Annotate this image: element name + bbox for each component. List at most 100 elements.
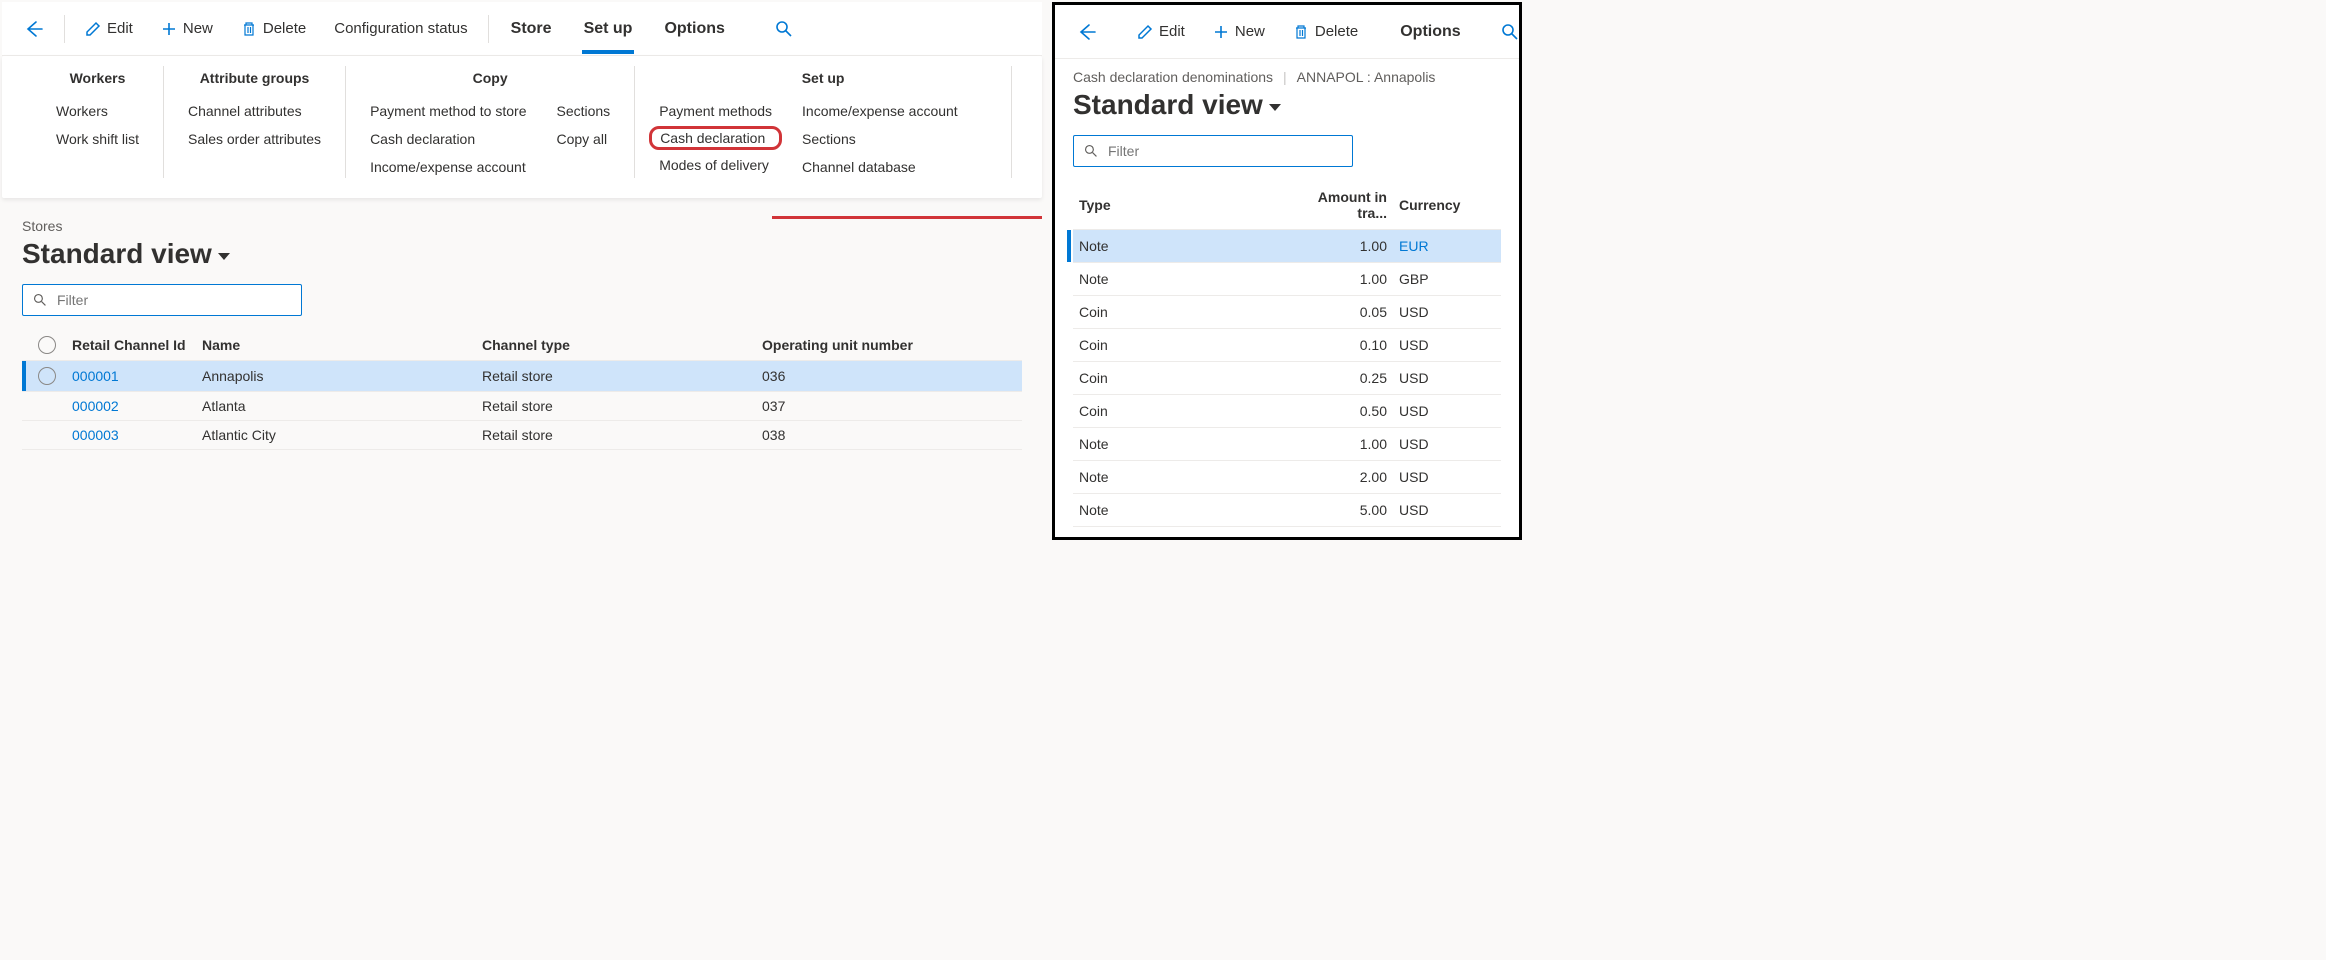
trash-icon	[241, 21, 257, 37]
ribbon-link-setup-sections[interactable]: Sections	[798, 128, 962, 150]
command-bar-right: Edit New Delete Options	[1055, 5, 1519, 59]
separator	[488, 15, 489, 43]
table-row[interactable]: Note2.00USD	[1073, 461, 1501, 494]
col-header-type[interactable]: Channel type	[482, 337, 762, 353]
search-icon	[1084, 144, 1098, 158]
edit-label: Edit	[107, 20, 133, 37]
row-selector[interactable]	[22, 367, 72, 385]
edit-label: Edit	[1159, 23, 1185, 40]
tab-store[interactable]: Store	[497, 8, 566, 50]
filter-input-wrapper[interactable]	[22, 284, 302, 316]
cell-amount: 2.00	[1289, 469, 1399, 485]
ribbon-link-payment-method-to-store[interactable]: Payment method to store	[366, 100, 530, 122]
ribbon-link-channel-attributes[interactable]: Channel attributes	[184, 100, 325, 122]
filter-input[interactable]	[1106, 142, 1342, 160]
cell-name: Atlantic City	[202, 427, 482, 443]
cell-amount: 1.00	[1289, 436, 1399, 452]
page-title-text: Standard view	[1073, 89, 1263, 121]
ribbon-link-channel-database[interactable]: Channel database	[798, 156, 962, 178]
ribbon-link-work-shift-list[interactable]: Work shift list	[52, 128, 143, 150]
tab-options[interactable]: Options	[650, 8, 738, 50]
filter-input-wrapper[interactable]	[1073, 135, 1353, 167]
ribbon-link-sales-order-attributes[interactable]: Sales order attributes	[184, 128, 325, 150]
new-button[interactable]: New	[1201, 15, 1277, 48]
ribbon-link-copy-cash-declaration[interactable]: Cash declaration	[366, 128, 530, 150]
cell-type: Note	[1079, 271, 1289, 287]
chevron-down-icon	[1269, 104, 1281, 111]
delete-button[interactable]: Delete	[229, 12, 318, 45]
back-button[interactable]	[1065, 14, 1109, 50]
cell-type: Coin	[1079, 337, 1289, 353]
back-button[interactable]	[12, 11, 56, 47]
cell-currency: USD	[1399, 370, 1479, 386]
trash-icon	[1293, 24, 1309, 40]
search-button[interactable]	[763, 12, 805, 46]
table-row[interactable]: Coin0.25USD	[1073, 362, 1501, 395]
page-title-text: Standard view	[22, 238, 212, 270]
ribbon-link-modes-of-delivery[interactable]: Modes of delivery	[655, 154, 776, 176]
tab-setup[interactable]: Set up	[570, 8, 647, 50]
col-header-amount[interactable]: Amount in tra...	[1289, 189, 1399, 221]
ribbon-title-workers: Workers	[52, 66, 143, 90]
cell-unit: 037	[762, 398, 962, 414]
col-header-type[interactable]: Type	[1079, 197, 1289, 213]
cell-id[interactable]: 000002	[72, 398, 202, 414]
ribbon-link-copy-sections[interactable]: Sections	[552, 100, 614, 122]
search-icon	[1501, 23, 1519, 41]
view-selector[interactable]: Standard view	[1073, 89, 1501, 121]
cell-id[interactable]: 000003	[72, 427, 202, 443]
ribbon-link-copy-all[interactable]: Copy all	[552, 128, 614, 150]
table-row[interactable]: Note1.00GBP	[1073, 263, 1501, 296]
table-row[interactable]: Note1.00USD	[1073, 428, 1501, 461]
tab-options[interactable]: Options	[1386, 11, 1474, 53]
ribbon-group-workers: Workers Workers Work shift list	[32, 66, 164, 178]
cell-unit: 036	[762, 368, 962, 384]
ribbon-link-workers[interactable]: Workers	[52, 100, 143, 122]
edit-button[interactable]: Edit	[73, 12, 145, 45]
cell-currency[interactable]: EUR	[1399, 238, 1429, 254]
grid-header-row: Retail Channel Id Name Channel type Oper…	[22, 330, 1022, 361]
delete-button[interactable]: Delete	[1281, 15, 1370, 48]
cell-amount: 0.25	[1289, 370, 1399, 386]
search-button[interactable]	[1489, 15, 1531, 49]
edit-button[interactable]: Edit	[1125, 15, 1197, 48]
table-row[interactable]: 000002AtlantaRetail store037	[22, 392, 1022, 421]
ribbon-link-payment-methods[interactable]: Payment methods	[655, 100, 776, 122]
config-status-button[interactable]: Configuration status	[322, 12, 479, 45]
new-label: New	[183, 20, 213, 37]
table-row[interactable]: Coin0.05USD	[1073, 296, 1501, 329]
ribbon-link-setup-income-expense[interactable]: Income/expense account	[798, 100, 962, 122]
cell-type: Note	[1079, 502, 1289, 518]
cell-amount: 1.00	[1289, 271, 1399, 287]
new-button[interactable]: New	[149, 12, 225, 45]
col-header-name[interactable]: Name	[202, 337, 482, 353]
table-row[interactable]: Coin0.50USD	[1073, 395, 1501, 428]
breadcrumb: Stores	[22, 218, 1022, 234]
cell-currency: USD	[1399, 403, 1479, 419]
table-row[interactable]: Note5.00USD	[1073, 494, 1501, 527]
ribbon-link-setup-cash-declaration[interactable]: Cash declaration	[649, 126, 782, 150]
col-header-id[interactable]: Retail Channel Id	[72, 337, 202, 353]
cell-currency: GBP	[1399, 271, 1479, 287]
plus-icon	[161, 21, 177, 37]
cell-id[interactable]: 000001	[72, 368, 202, 384]
cell-currency: EUR	[1399, 238, 1479, 254]
ribbon-title-setup: Set up	[655, 66, 991, 90]
col-header-currency[interactable]: Currency	[1399, 197, 1479, 213]
filter-input[interactable]	[55, 291, 291, 309]
table-row[interactable]: Coin0.10USD	[1073, 329, 1501, 362]
table-row[interactable]: 000001AnnapolisRetail store036	[22, 361, 1022, 392]
col-header-unit[interactable]: Operating unit number	[762, 337, 962, 353]
config-status-label: Configuration status	[334, 20, 467, 37]
table-row[interactable]: 000003Atlantic CityRetail store038	[22, 421, 1022, 450]
cash-declaration-pane: Edit New Delete Options Cash declaration…	[1052, 2, 1522, 540]
edit-icon	[1137, 24, 1153, 40]
view-selector[interactable]: Standard view	[22, 238, 1022, 270]
cell-amount: 0.10	[1289, 337, 1399, 353]
right-body: Cash declaration denominations | ANNAPOL…	[1055, 59, 1519, 527]
table-row[interactable]: Note1.00EUR	[1073, 230, 1501, 263]
cell-type: Note	[1079, 238, 1289, 254]
separator: |	[1283, 69, 1287, 85]
ribbon-link-copy-income-expense[interactable]: Income/expense account	[366, 156, 530, 178]
select-all[interactable]	[22, 336, 72, 354]
